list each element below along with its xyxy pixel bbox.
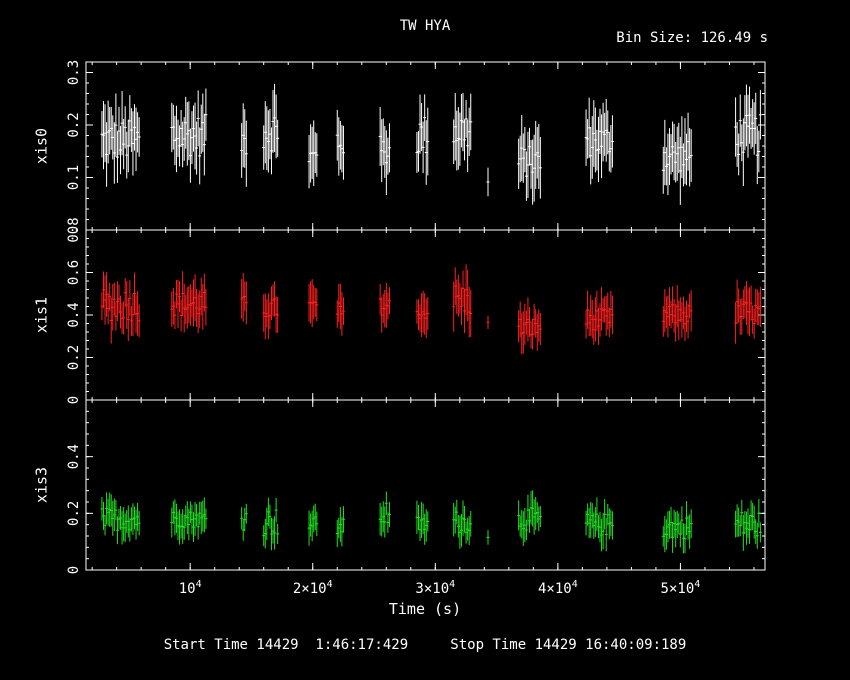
series-xis0 — [100, 83, 762, 205]
start-time: Start Time 14429 1:46:17:429 — [163, 637, 409, 653]
panel-frame — [85, 61, 766, 231]
y-tick-label: 0.6 — [66, 260, 82, 285]
y-tick-label: 0 — [66, 566, 82, 574]
y-tick-label: 0.4 — [66, 444, 82, 469]
y-tick-label: 0.8 — [66, 217, 82, 242]
y-axis-label-xis3: xis3 — [33, 467, 51, 503]
y-tick-label: 0.2 — [66, 501, 82, 526]
x-tick-label: 104 — [179, 579, 202, 597]
series-xis1 — [100, 264, 762, 355]
series-xis3 — [100, 490, 762, 554]
panel-xis0: 00.10.20.3xis0 — [33, 60, 766, 234]
stop-time: Stop Time 14429 16:40:09:189 — [450, 637, 687, 653]
y-tick-label: 0.2 — [66, 112, 82, 137]
x-tick-label: 2×104 — [293, 579, 333, 597]
panel-xis3: 0 0.2 0.4 xis3 — [33, 399, 766, 574]
lightcurve-chart: 00.10.20.3xis000.20.40.60.8xis100.20.4xi… — [33, 60, 766, 597]
y-tick-label: 0.4 — [66, 302, 82, 327]
x-tick-label: 3×104 — [415, 579, 455, 597]
time-range: Start Time 14429 1:46:17:429 Stop Time 1… — [0, 637, 850, 653]
y-axis-label-xis1: xis1 — [33, 297, 51, 333]
y-tick-label: 0 — [66, 396, 82, 404]
panel-xis1: 0 0.2 0.4 0.6 0.8 xis1 — [33, 217, 766, 404]
y-axis-label-xis0: xis0 — [33, 128, 51, 164]
y-tick-label: 0.3 — [66, 60, 82, 85]
x-tick-label: 5×104 — [661, 579, 701, 597]
x-tick-label: 4×104 — [538, 579, 578, 597]
y-tick-label: 0.2 — [66, 345, 82, 370]
y-tick-label: 0.1 — [66, 165, 82, 190]
x-axis-label: Time (s) — [388, 600, 462, 618]
